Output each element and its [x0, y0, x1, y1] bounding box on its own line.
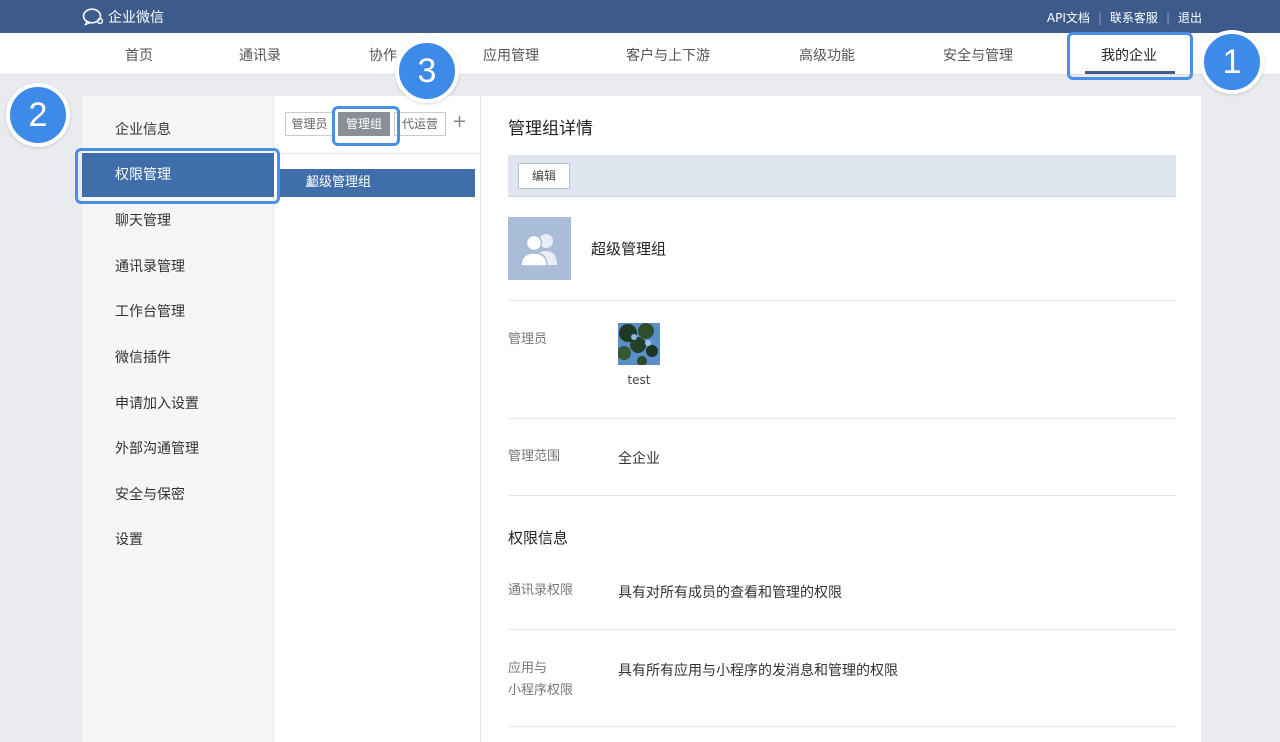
app-title: 企业微信 — [108, 10, 164, 26]
divider — [508, 418, 1176, 419]
nav-item-home[interactable]: 首页 — [125, 45, 153, 65]
sidebar-item-contacts-management[interactable]: 通讯录管理 — [82, 245, 274, 289]
scope-label: 管理范围 — [508, 449, 561, 464]
divider — [508, 629, 1176, 630]
step-badge-2: 2 — [6, 83, 70, 147]
contact-support-link[interactable]: 联系客服 — [1110, 9, 1158, 26]
highlight-permissions — [75, 148, 280, 204]
group-name: 超级管理组 — [591, 240, 667, 258]
admin-name: test — [627, 373, 651, 387]
apps-permission-label-line1: 应用与 — [508, 661, 548, 676]
contacts-permission-label: 通讯录权限 — [508, 583, 574, 598]
contacts-permission-value: 具有对所有成员的查看和管理的权限 — [618, 585, 842, 601]
page-title: 管理组详情 — [508, 119, 593, 139]
sidebar-item-external-communication[interactable]: 外部沟通管理 — [82, 427, 274, 471]
nav-item-app-management[interactable]: 应用管理 — [483, 45, 539, 65]
detail-toolbar: 编辑 — [508, 155, 1176, 197]
sidebar-item-chat-management[interactable]: 聊天管理 — [82, 199, 274, 243]
nav-item-contacts[interactable]: 通讯录 — [239, 45, 281, 65]
sidebar-item-workbench[interactable]: 工作台管理 — [82, 290, 274, 334]
nav-item-collaboration[interactable]: 协作 — [369, 45, 397, 65]
permissions-section-title: 权限信息 — [508, 529, 569, 547]
wecom-logo-icon — [82, 8, 104, 26]
step-badge-3: 3 — [395, 39, 459, 103]
admins-label: 管理员 — [508, 332, 548, 347]
divider: | — [1097, 10, 1102, 25]
edit-button[interactable]: 编辑 — [518, 163, 570, 189]
nav-item-security[interactable]: 安全与管理 — [943, 45, 1013, 65]
group-icon — [306, 177, 318, 187]
apps-permission-value: 具有所有应用与小程序的发消息和管理的权限 — [618, 663, 898, 679]
user-photo-image — [618, 323, 660, 365]
sidebar-item-wechat-plugin[interactable]: 微信插件 — [82, 336, 274, 380]
sidebar-item-security-privacy[interactable]: 安全与保密 — [82, 473, 274, 517]
nav-item-advanced[interactable]: 高级功能 — [799, 45, 855, 65]
sidebar-item-join-settings[interactable]: 申请加入设置 — [82, 382, 274, 426]
divider — [508, 726, 1176, 727]
highlight-admin-groups-tab — [332, 106, 400, 146]
highlight-my-enterprise — [1067, 32, 1193, 80]
top-bar: 企业微信 API文档 | 联系客服 | 退出 — [0, 0, 1280, 33]
divider — [508, 495, 1176, 496]
api-docs-link[interactable]: API文档 — [1047, 9, 1090, 26]
tab-outsourced-ops[interactable]: 代运营 — [394, 112, 446, 136]
group-list-panel: 管理员 管理组 代运营 + 超级管理组 — [274, 96, 481, 742]
app-logo[interactable]: 企业微信 — [82, 7, 164, 27]
group-detail-panel: 管理组详情 编辑 超级管理组 管理员 test 管理范围 全企业 权限信息 通讯… — [481, 96, 1201, 742]
sidebar-item-enterprise-info[interactable]: 企业信息 — [82, 108, 274, 152]
sidebar-item-settings[interactable]: 设置 — [82, 518, 274, 562]
apps-permission-label-line2: 小程序权限 — [508, 683, 574, 698]
add-icon[interactable]: + — [452, 111, 467, 132]
logout-link[interactable]: 退出 — [1178, 9, 1202, 26]
top-links: API文档 | 联系客服 | 退出 — [1047, 9, 1202, 26]
divider: | — [1165, 10, 1170, 25]
list-item-super-admin-group[interactable]: 超级管理组 — [280, 169, 475, 197]
group-users-icon — [519, 233, 557, 267]
nav-item-customers[interactable]: 客户与上下游 — [626, 45, 710, 65]
avatar[interactable] — [618, 323, 660, 365]
divider — [508, 300, 1176, 301]
tab-admins[interactable]: 管理员 — [285, 112, 334, 136]
scope-value: 全企业 — [618, 451, 660, 467]
group-avatar — [508, 217, 571, 280]
step-badge-1: 1 — [1200, 30, 1264, 94]
